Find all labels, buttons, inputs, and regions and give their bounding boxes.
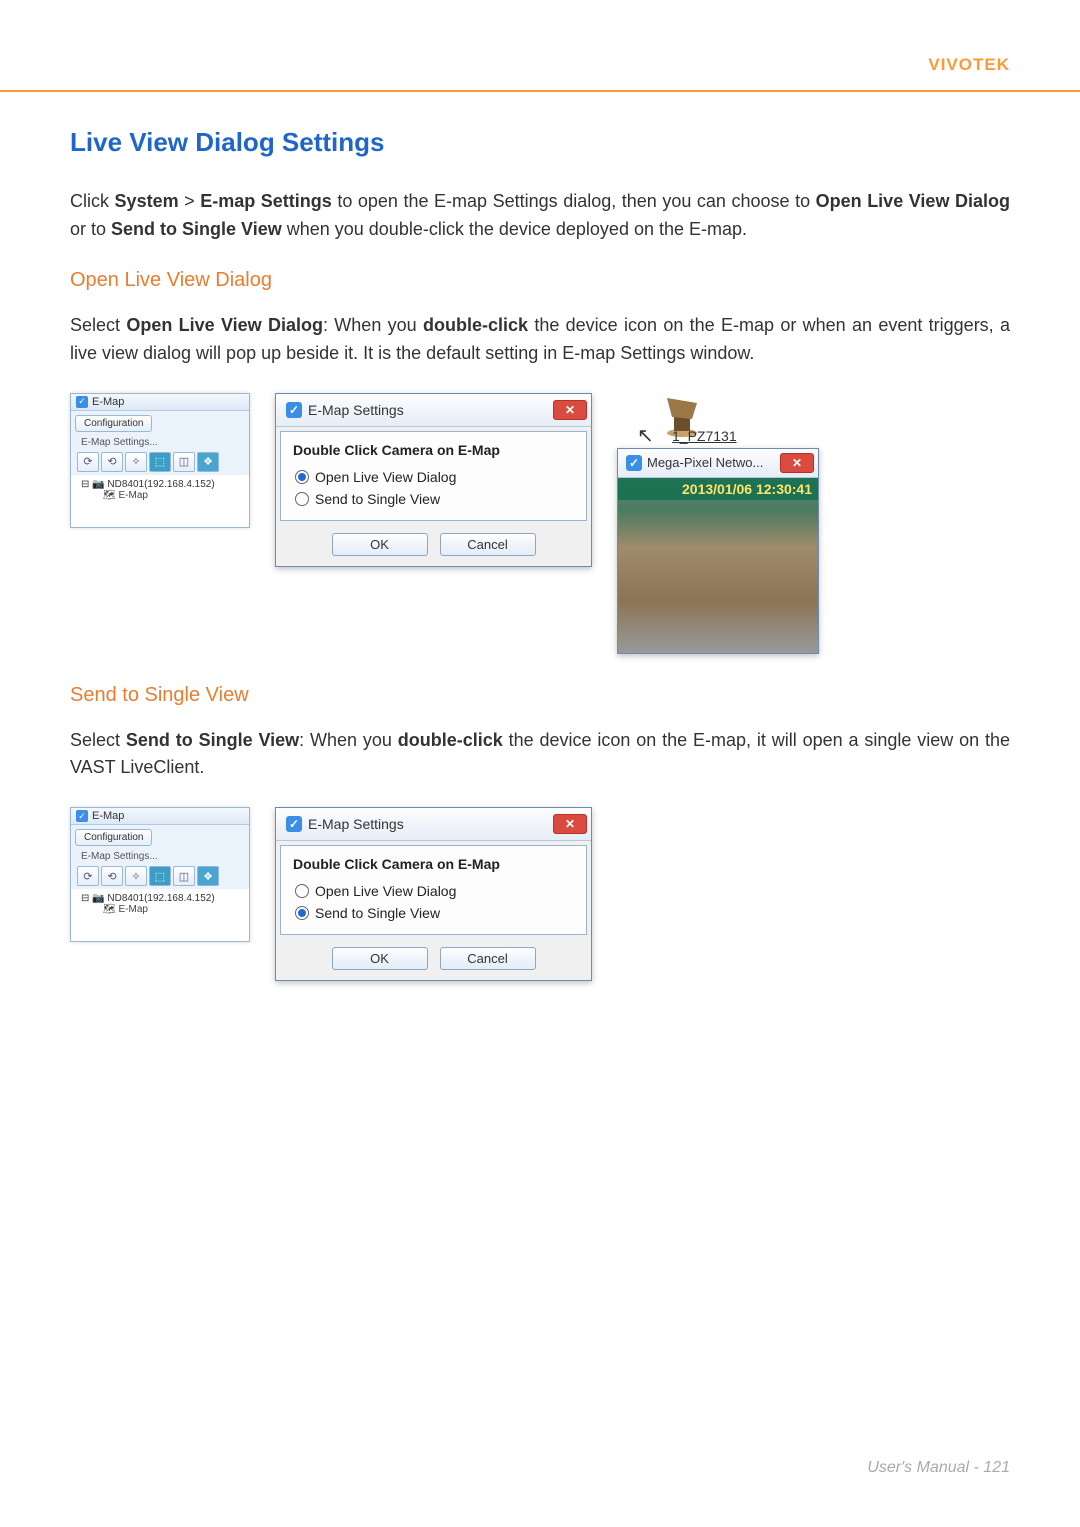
tool-icon-1[interactable]: ⟳	[77, 452, 99, 472]
radio-icon	[295, 492, 309, 506]
radio-label: Open Live View Dialog	[315, 883, 456, 899]
close-icon[interactable]: ✕	[553, 400, 587, 420]
radio-icon	[295, 884, 309, 898]
check-icon: ✓	[76, 810, 88, 822]
tree-root[interactable]: ⊟ 📷 ND8401(192.168.4.152)	[77, 893, 243, 904]
brand-label: VIVOTEK	[928, 55, 1010, 75]
app-icon: ✓	[286, 816, 302, 832]
section2-paragraph: Select Send to Single View: When you dou…	[70, 727, 1010, 783]
dialog-body: Double Click Camera on E-Map Open Live V…	[280, 845, 587, 935]
page-title: Live View Dialog Settings	[70, 127, 1010, 158]
emap-pane: ✓ E-Map Configuration E-Map Settings... …	[70, 807, 250, 942]
emap-tree: ⊟ 📷 ND8401(192.168.4.152) 🗺 E-Map	[71, 475, 249, 527]
emap-toolbar: ⟳ ⟲ ✧ ⬚ ◫ ❖	[71, 449, 249, 475]
radio-open-liveview[interactable]: Open Live View Dialog	[293, 880, 574, 902]
cancel-button[interactable]: Cancel	[440, 533, 536, 556]
video-timestamp: 2013/01/06 12:30:41	[618, 478, 818, 500]
dialog-title-text: E-Map Settings	[308, 816, 404, 832]
emap-titlebar: ✓ E-Map	[71, 808, 249, 825]
tree-root[interactable]: ⊟ 📷 ND8401(192.168.4.152)	[77, 479, 243, 490]
configuration-button[interactable]: Configuration	[75, 829, 152, 846]
radio-send-single[interactable]: Send to Single View	[293, 902, 574, 924]
radio-label: Send to Single View	[315, 905, 440, 921]
liveview-video: 2013/01/06 12:30:41	[618, 478, 818, 653]
section2-heading: Send to Single View	[70, 684, 1010, 707]
tool-icon-4[interactable]: ⬚	[149, 866, 171, 886]
dialog-group-label: Double Click Camera on E-Map	[293, 442, 574, 458]
app-icon: ✓	[626, 455, 642, 471]
liveview-preview: ↖ 1_PZ7131 ✓ Mega-Pixel Netwo... ✕ 2013/…	[617, 393, 832, 654]
emap-settings-menu[interactable]: E-Map Settings...	[71, 850, 249, 863]
tree-child[interactable]: 🗺 E-Map	[77, 490, 243, 501]
tool-icon-6[interactable]: ❖	[197, 452, 219, 472]
liveview-title-text: Mega-Pixel Netwo...	[647, 455, 763, 470]
emap-toolbar: ⟳ ⟲ ✧ ⬚ ◫ ❖	[71, 863, 249, 889]
tool-icon-5[interactable]: ◫	[173, 866, 195, 886]
section1-paragraph: Select Open Live View Dialog: When you d…	[70, 312, 1010, 368]
tool-icon-1[interactable]: ⟳	[77, 866, 99, 886]
tool-icon-3[interactable]: ✧	[125, 452, 147, 472]
radio-open-liveview[interactable]: Open Live View Dialog	[293, 466, 574, 488]
configuration-button[interactable]: Configuration	[75, 415, 152, 432]
dialog-body: Double Click Camera on E-Map Open Live V…	[280, 431, 587, 521]
cancel-button[interactable]: Cancel	[440, 947, 536, 970]
liveview-titlebar: ✓ Mega-Pixel Netwo... ✕	[618, 449, 818, 478]
radio-label: Open Live View Dialog	[315, 469, 456, 485]
section2-figure-row: ✓ E-Map Configuration E-Map Settings... …	[70, 807, 1010, 981]
section1-heading: Open Live View Dialog	[70, 269, 1010, 292]
close-icon[interactable]: ✕	[553, 814, 587, 834]
emap-title-text: E-Map	[92, 396, 124, 408]
dialog-title-text: E-Map Settings	[308, 402, 404, 418]
tool-icon-3[interactable]: ✧	[125, 866, 147, 886]
page-header: VIVOTEK	[0, 0, 1080, 92]
cursor-icon: ↖	[637, 423, 654, 448]
check-icon: ✓	[76, 396, 88, 408]
tool-icon-2[interactable]: ⟲	[101, 452, 123, 472]
emap-title-text: E-Map	[92, 810, 124, 822]
dialog-titlebar: ✓ E-Map Settings ✕	[276, 394, 591, 427]
emap-settings-dialog-1: ✓ E-Map Settings ✕ Double Click Camera o…	[275, 393, 592, 567]
dialog-titlebar: ✓ E-Map Settings ✕	[276, 808, 591, 841]
emap-settings-menu[interactable]: E-Map Settings...	[71, 436, 249, 449]
emap-pane: ✓ E-Map Configuration E-Map Settings... …	[70, 393, 250, 528]
close-icon[interactable]: ✕	[780, 453, 814, 473]
tree-child[interactable]: 🗺 E-Map	[77, 904, 243, 915]
dialog-group-label: Double Click Camera on E-Map	[293, 856, 574, 872]
radio-send-single[interactable]: Send to Single View	[293, 488, 574, 510]
radio-icon	[295, 470, 309, 484]
radio-label: Send to Single View	[315, 491, 440, 507]
page-footer: User's Manual - 121	[867, 1459, 1010, 1477]
emap-titlebar: ✓ E-Map	[71, 394, 249, 411]
emap-tree: ⊟ 📷 ND8401(192.168.4.152) 🗺 E-Map	[71, 889, 249, 941]
ok-button[interactable]: OK	[332, 947, 428, 970]
tool-icon-6[interactable]: ❖	[197, 866, 219, 886]
app-icon: ✓	[286, 402, 302, 418]
radio-icon	[295, 906, 309, 920]
intro-paragraph: Click System > E-map Settings to open th…	[70, 188, 1010, 244]
camera-label[interactable]: 1_PZ7131	[672, 428, 737, 444]
emap-settings-dialog-2: ✓ E-Map Settings ✕ Double Click Camera o…	[275, 807, 592, 981]
tool-icon-2[interactable]: ⟲	[101, 866, 123, 886]
tool-icon-5[interactable]: ◫	[173, 452, 195, 472]
liveview-window: ✓ Mega-Pixel Netwo... ✕ 2013/01/06 12:30…	[617, 448, 819, 654]
ok-button[interactable]: OK	[332, 533, 428, 556]
section1-figure-row: ✓ E-Map Configuration E-Map Settings... …	[70, 393, 1010, 654]
tool-icon-4[interactable]: ⬚	[149, 452, 171, 472]
